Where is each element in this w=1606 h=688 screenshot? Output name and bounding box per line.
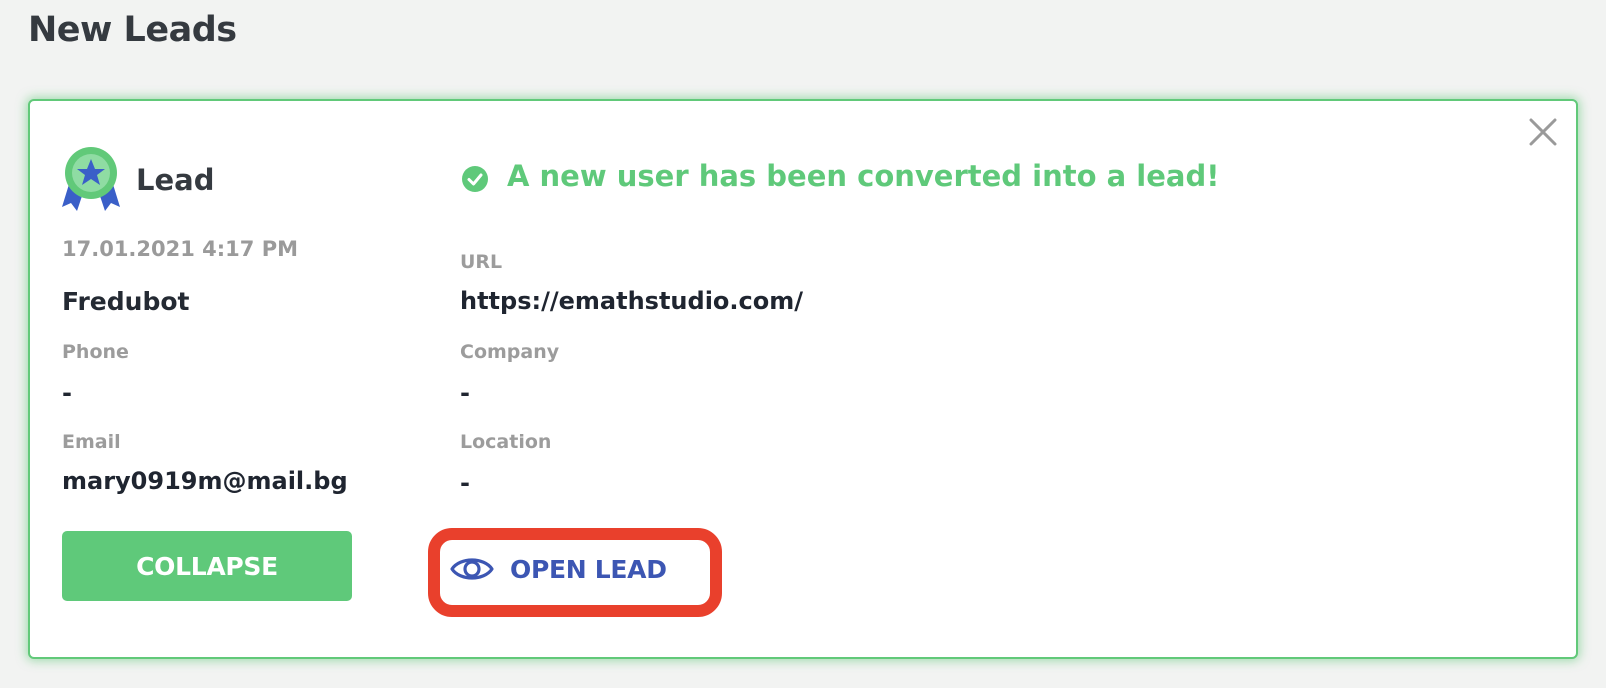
open-lead-label: OPEN LEAD — [510, 554, 667, 584]
url-value: https://emathstudio.com/ — [460, 287, 804, 315]
email-label: Email — [62, 431, 121, 453]
url-label: URL — [460, 251, 503, 273]
open-lead-button[interactable]: OPEN LEAD — [450, 541, 700, 597]
close-icon[interactable] — [1526, 115, 1560, 149]
award-badge-icon — [62, 147, 120, 211]
phone-label: Phone — [62, 341, 129, 363]
collapse-button[interactable]: COLLAPSE — [62, 531, 352, 601]
eye-icon — [450, 558, 494, 580]
email-value: mary0919m@mail.bg — [62, 467, 348, 495]
phone-value: - — [62, 379, 72, 407]
page-title: New Leads — [28, 10, 237, 50]
location-value: - — [460, 469, 470, 497]
company-label: Company — [460, 341, 560, 363]
location-label: Location — [460, 431, 552, 453]
lead-date: 17.01.2021 4:17 PM — [62, 237, 298, 261]
lead-name: Fredubot — [62, 287, 190, 316]
conversion-message: A new user has been converted into a lea… — [507, 159, 1220, 193]
lead-type-label: Lead — [136, 163, 215, 197]
check-circle-icon — [462, 166, 488, 192]
lead-notification-card: Lead 17.01.2021 4:17 PM Fredubot Phone -… — [28, 99, 1578, 659]
company-value: - — [460, 379, 470, 407]
